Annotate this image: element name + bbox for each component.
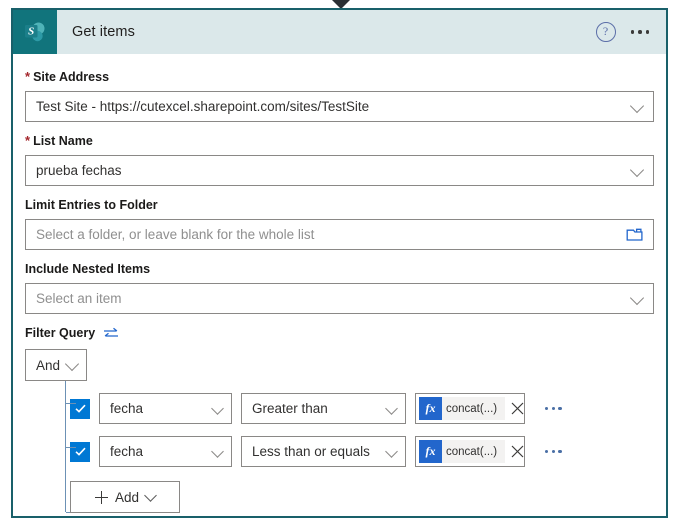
- condition-checkbox[interactable]: [70, 398, 90, 419]
- condition-field-value: fecha: [110, 401, 144, 416]
- required-asterisk: *: [25, 69, 31, 84]
- more-options-icon[interactable]: [629, 26, 652, 38]
- condition-operator-value: Less than or equals: [252, 444, 370, 459]
- get-items-action-card: S Get items ? * Site Address Test Site -…: [11, 8, 668, 518]
- sharepoint-icon: S: [13, 10, 57, 54]
- field-label-site-address: * Site Address: [25, 70, 654, 84]
- list-name-input[interactable]: prueba fechas: [25, 155, 654, 186]
- field-limit-entries-to-folder: Limit Entries to Folder Select a folder,…: [25, 198, 654, 250]
- chevron-down-icon[interactable]: [385, 444, 398, 458]
- condition-field-select[interactable]: fecha: [99, 436, 232, 467]
- limit-entries-placeholder: Select a folder, or leave blank for the …: [36, 227, 315, 242]
- condition-value-input[interactable]: fx concat(...): [415, 393, 525, 424]
- condition-row-menu-icon[interactable]: [543, 445, 564, 458]
- header-icon-group: ?: [595, 22, 652, 42]
- tree-branch-line: [66, 447, 76, 448]
- card-header: S Get items ?: [13, 10, 666, 54]
- site-address-input[interactable]: Test Site - https://cutexcel.sharepoint.…: [25, 91, 654, 122]
- label-text: List Name: [33, 134, 93, 148]
- label-text: Include Nested Items: [25, 262, 151, 276]
- field-label-include-nested: Include Nested Items: [25, 262, 654, 276]
- condition-checkbox[interactable]: [70, 441, 90, 462]
- field-label-filter-query: Filter Query: [25, 326, 654, 340]
- field-label-limit-entries: Limit Entries to Folder: [25, 198, 654, 212]
- limit-entries-input[interactable]: Select a folder, or leave blank for the …: [25, 219, 654, 250]
- chevron-down-icon[interactable]: [211, 444, 224, 458]
- label-text: Filter Query: [25, 326, 96, 340]
- chevron-down-icon[interactable]: [629, 162, 645, 177]
- chevron-down-icon[interactable]: [629, 98, 645, 113]
- list-name-value: prueba fechas: [36, 163, 122, 178]
- chevron-down-icon[interactable]: [629, 290, 645, 305]
- plus-icon: [94, 490, 108, 504]
- expression-token[interactable]: fx concat(...): [419, 397, 506, 420]
- field-label-list-name: * List Name: [25, 134, 654, 148]
- field-site-address: * Site Address Test Site - https://cutex…: [25, 70, 654, 122]
- flow-action-card-screen: S Get items ? * Site Address Test Site -…: [0, 0, 681, 525]
- include-nested-items-input[interactable]: Select an item: [25, 283, 654, 314]
- field-include-nested-items: Include Nested Items Select an item: [25, 262, 654, 314]
- required-asterisk: *: [25, 133, 31, 148]
- chevron-down-icon[interactable]: [211, 401, 224, 415]
- chevron-down-icon[interactable]: [64, 356, 80, 372]
- condition-operator-select[interactable]: Less than or equals: [241, 436, 406, 467]
- card-title: Get items: [72, 24, 135, 40]
- chevron-down-icon[interactable]: [385, 401, 398, 415]
- folder-icon[interactable]: [626, 227, 643, 242]
- filter-condition-builder: And fecha Greater than fx concat(...) fe…: [25, 349, 654, 513]
- chevron-down-icon[interactable]: [144, 488, 157, 502]
- label-text: Site Address: [33, 70, 110, 84]
- tree-branch-line: [66, 403, 76, 404]
- group-operator-row: And: [25, 349, 654, 381]
- close-icon[interactable]: [510, 401, 525, 416]
- condition-row: fecha Less than or equals fx concat(...): [70, 436, 654, 467]
- include-nested-placeholder: Select an item: [36, 291, 122, 306]
- condition-operator-value: Greater than: [252, 401, 328, 416]
- condition-value-input[interactable]: fx concat(...): [415, 436, 525, 467]
- condition-operator-select[interactable]: Greater than: [241, 393, 406, 424]
- expression-token-label: concat(...): [446, 402, 498, 415]
- group-operator-select[interactable]: And: [25, 349, 87, 381]
- help-icon[interactable]: ?: [595, 22, 616, 42]
- swap-arrows-icon[interactable]: [103, 327, 119, 340]
- expression-token-label: concat(...): [446, 445, 498, 458]
- condition-row-menu-icon[interactable]: [543, 402, 564, 415]
- add-condition-row: Add: [70, 481, 654, 513]
- svg-text:S: S: [28, 26, 34, 38]
- site-address-value: Test Site - https://cutexcel.sharepoint.…: [36, 99, 370, 114]
- add-button-label: Add: [114, 489, 140, 505]
- condition-field-value: fecha: [110, 444, 144, 459]
- close-icon[interactable]: [510, 444, 525, 459]
- label-text: Limit Entries to Folder: [25, 198, 158, 212]
- fx-icon: fx: [419, 397, 442, 420]
- expression-token[interactable]: fx concat(...): [419, 440, 506, 463]
- field-list-name: * List Name prueba fechas: [25, 134, 654, 186]
- fx-icon: fx: [419, 440, 442, 463]
- add-button[interactable]: Add: [70, 481, 180, 513]
- condition-field-select[interactable]: fecha: [99, 393, 232, 424]
- group-operator-value: And: [36, 357, 61, 373]
- condition-row: fecha Greater than fx concat(...): [70, 393, 654, 424]
- card-body: * Site Address Test Site - https://cutex…: [13, 54, 666, 513]
